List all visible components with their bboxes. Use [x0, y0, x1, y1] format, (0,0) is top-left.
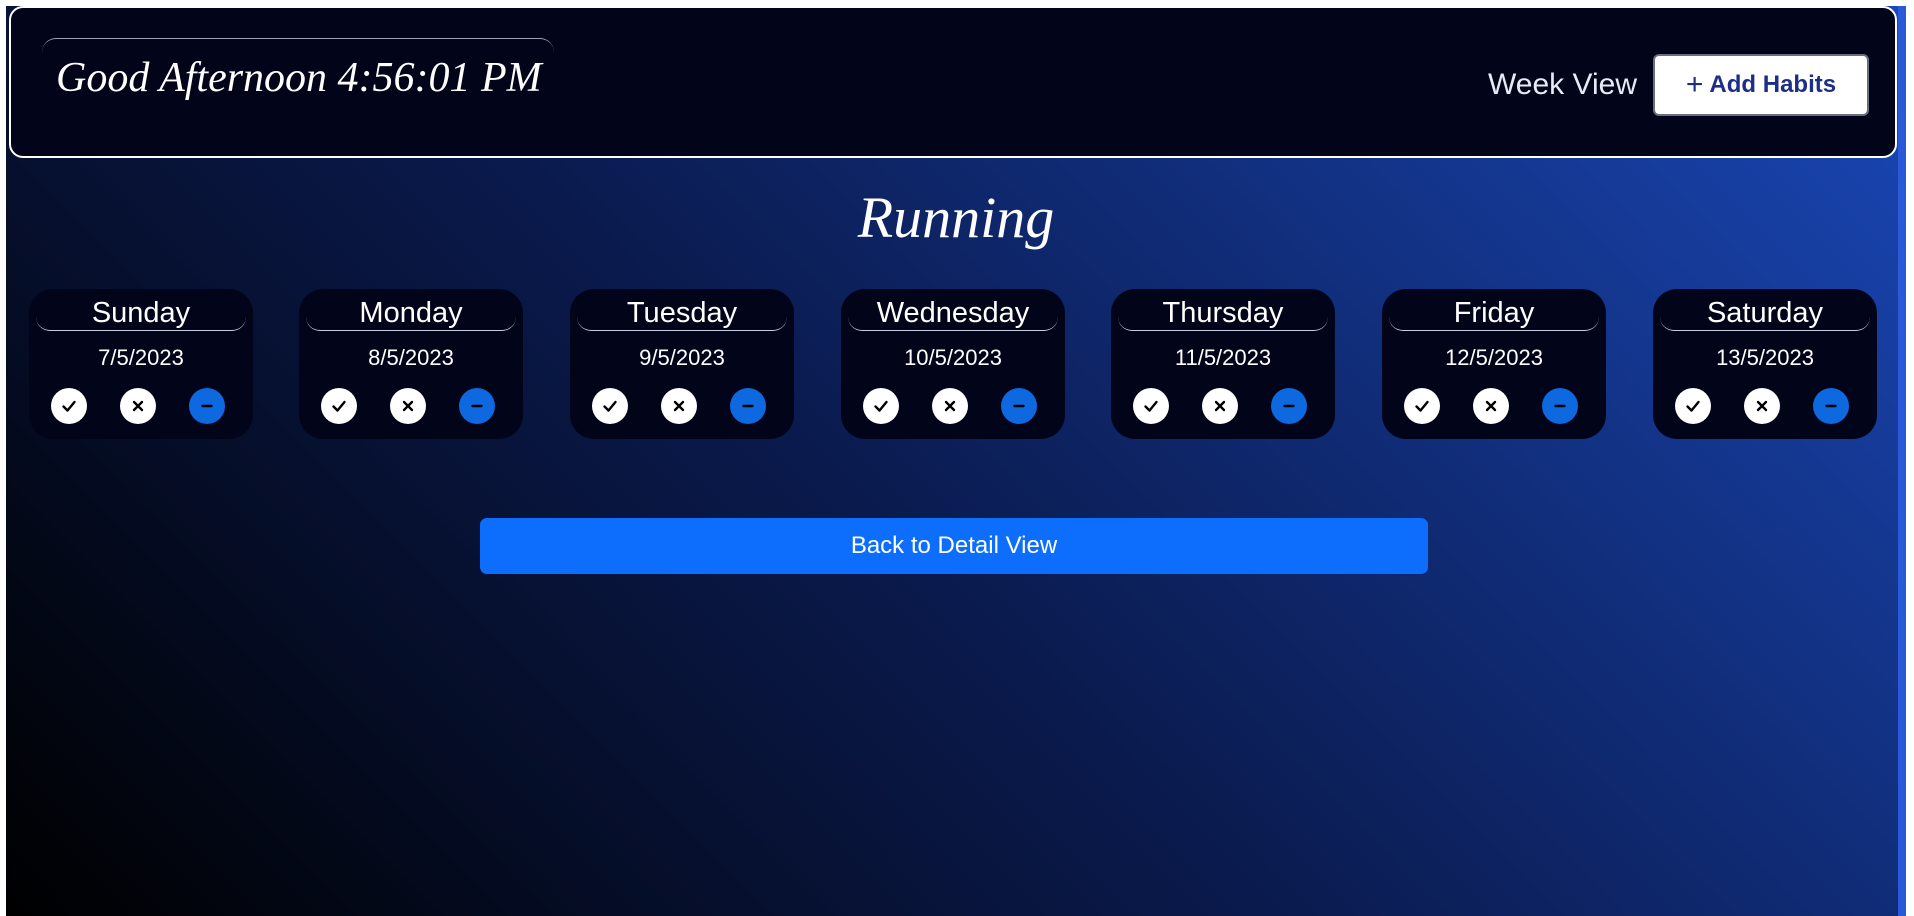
mark-missed-button[interactable]: [1744, 388, 1780, 424]
check-icon: [62, 400, 76, 412]
x-icon: [1485, 400, 1497, 412]
check-icon: [1415, 400, 1429, 412]
mark-skip-button[interactable]: [1001, 388, 1037, 424]
day-name: Wednesday: [848, 295, 1058, 331]
day-name: Sunday: [36, 295, 246, 331]
mark-done-button[interactable]: [1675, 388, 1711, 424]
mark-done-button[interactable]: [1133, 388, 1169, 424]
mark-done-button[interactable]: [321, 388, 357, 424]
x-icon: [673, 400, 685, 412]
day-date: 10/5/2023: [904, 345, 1002, 370]
day-card-wednesday: Wednesday 10/5/2023: [841, 289, 1065, 439]
minus-icon: [742, 404, 754, 408]
mark-missed-button[interactable]: [932, 388, 968, 424]
navbar: Good Afternoon 4:56:01 PM Week View + Ad…: [9, 6, 1897, 158]
mark-skip-button[interactable]: [1813, 388, 1849, 424]
habit-title: Running: [857, 185, 1055, 250]
x-icon: [402, 400, 414, 412]
day-name: Monday: [306, 295, 516, 331]
day-date: 8/5/2023: [368, 345, 454, 370]
day-card-sunday: Sunday 7/5/2023: [29, 289, 253, 439]
add-habits-label: Add Habits: [1709, 71, 1837, 98]
check-icon: [874, 400, 888, 412]
greeting-clock: Good Afternoon 4:56:01 PM: [42, 38, 554, 108]
back-to-detail-view-button[interactable]: Back to Detail View: [480, 518, 1428, 574]
mark-done-button[interactable]: [863, 388, 899, 424]
mark-skip-button[interactable]: [1271, 388, 1307, 424]
mark-skip-button[interactable]: [459, 388, 495, 424]
day-name: Saturday: [1660, 295, 1870, 331]
nav-actions: Week View + Add Habits: [1488, 54, 1869, 116]
app-container: Good Afternoon 4:56:01 PM Week View + Ad…: [6, 6, 1906, 916]
x-icon: [1214, 400, 1226, 412]
mark-missed-button[interactable]: [390, 388, 426, 424]
mark-missed-button[interactable]: [1202, 388, 1238, 424]
mark-done-button[interactable]: [592, 388, 628, 424]
mark-missed-button[interactable]: [120, 388, 156, 424]
day-card-saturday: Saturday 13/5/2023: [1653, 289, 1877, 439]
minus-icon: [201, 404, 213, 408]
mark-skip-button[interactable]: [189, 388, 225, 424]
day-name: Thursday: [1118, 295, 1328, 331]
day-card-friday: Friday 12/5/2023: [1382, 289, 1606, 439]
add-habits-button[interactable]: + Add Habits: [1653, 54, 1869, 116]
week-days: Sunday 7/5/2023 Monday 8/5/2023 Tuesday …: [29, 289, 1906, 439]
check-icon: [1686, 400, 1700, 412]
check-icon: [603, 400, 617, 412]
check-icon: [1144, 400, 1158, 412]
mark-missed-button[interactable]: [661, 388, 697, 424]
mark-skip-button[interactable]: [730, 388, 766, 424]
day-card-thursday: Thursday 11/5/2023: [1111, 289, 1335, 439]
week-view-label: Week View: [1488, 68, 1637, 101]
minus-icon: [1283, 404, 1295, 408]
check-icon: [332, 400, 346, 412]
day-date: 7/5/2023: [98, 345, 184, 370]
minus-icon: [1013, 404, 1025, 408]
x-icon: [944, 400, 956, 412]
mark-missed-button[interactable]: [1473, 388, 1509, 424]
day-name: Tuesday: [577, 295, 787, 331]
x-icon: [132, 400, 144, 412]
day-card-monday: Monday 8/5/2023: [299, 289, 523, 439]
minus-icon: [1554, 404, 1566, 408]
minus-icon: [1825, 404, 1837, 408]
page-edge: [1898, 6, 1906, 916]
day-date: 13/5/2023: [1716, 345, 1814, 370]
day-card-tuesday: Tuesday 9/5/2023: [570, 289, 794, 439]
mark-skip-button[interactable]: [1542, 388, 1578, 424]
day-date: 11/5/2023: [1174, 345, 1272, 370]
day-date: 12/5/2023: [1445, 345, 1543, 370]
day-date: 9/5/2023: [639, 345, 725, 370]
plus-icon: +: [1685, 68, 1704, 101]
x-icon: [1756, 400, 1768, 412]
day-name: Friday: [1389, 295, 1599, 331]
minus-icon: [471, 404, 483, 408]
mark-done-button[interactable]: [51, 388, 87, 424]
mark-done-button[interactable]: [1404, 388, 1440, 424]
